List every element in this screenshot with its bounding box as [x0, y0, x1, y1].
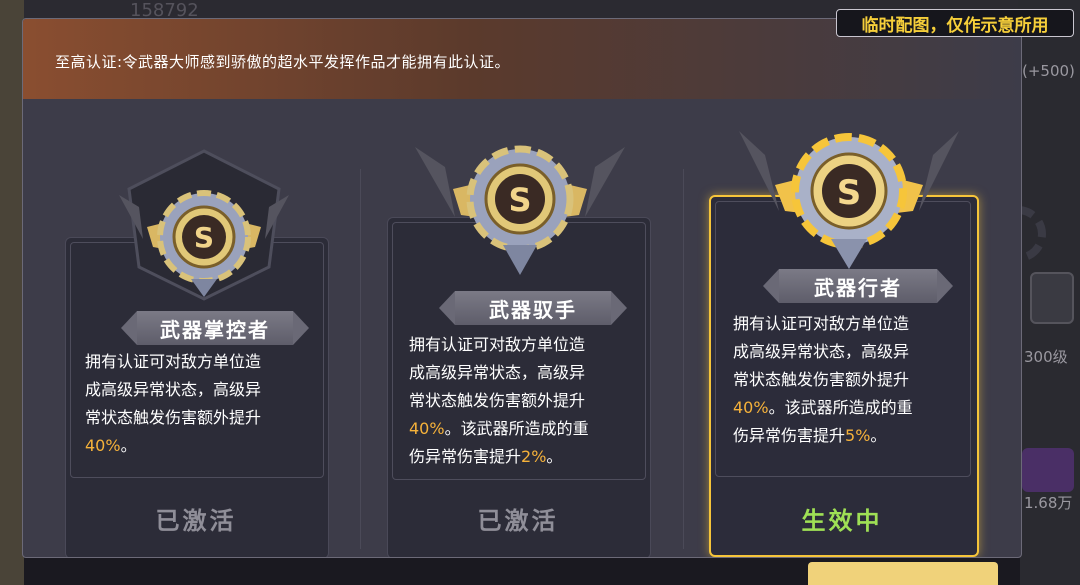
card-2-desc-line-1: 拥有认证可对敌方单位造: [409, 335, 586, 354]
background-item-icon: [1022, 448, 1074, 492]
card-2-bonus-suffix: 。该武器所造成的重: [444, 419, 589, 438]
card-2-bonus-value: 40%: [409, 419, 445, 438]
card-3-line5-prefix: 伤异常伤害提升: [733, 426, 846, 445]
certification-panel: 至高认证:令武器大师感到骄傲的超水平发挥作品才能拥有此认证。 S 武器掌控者 拥…: [22, 18, 1022, 558]
watermark-tag: 临时配图，仅作示意所用: [836, 9, 1074, 37]
card-3-line5-suffix: 。: [870, 426, 887, 445]
s-rank-gear-glowing-icon: S: [739, 131, 959, 269]
background-level-text: 300级: [1024, 348, 1068, 366]
card-2-line5-suffix: 。: [546, 447, 563, 466]
s-rank-gear-icon: S: [119, 149, 289, 301]
card-1-title-banner: 武器掌控者: [121, 311, 309, 345]
background-left-strip: [0, 0, 24, 585]
card-2-title-banner: 武器驭手: [439, 291, 627, 325]
card-1-bonus-value: 40%: [85, 436, 121, 455]
background-value-text: 1.68万: [1024, 494, 1073, 512]
card-1-desc-line-1: 拥有认证可对敌方单位造: [85, 352, 262, 371]
card-3-title: 武器行者: [814, 275, 902, 300]
header-description: 至高认证:令武器大师感到骄傲的超水平发挥作品才能拥有此认证。: [55, 53, 511, 71]
card-3-desc-line-1: 拥有认证可对敌方单位造: [733, 314, 910, 333]
background-bottom-button: [808, 562, 998, 585]
card-3-bonus-value: 40%: [733, 398, 769, 417]
s-rank-gear-icon: S: [415, 145, 625, 275]
svg-text:S: S: [837, 173, 862, 213]
card-2-desc-line-2: 成高级异常状态，高级异: [409, 363, 586, 382]
card-3-title-banner: 武器行者: [763, 269, 953, 303]
card-3-line5-value: 5%: [845, 426, 871, 445]
card-2-line5-prefix: 伤异常伤害提升: [409, 447, 522, 466]
card-2-line5-value: 2%: [521, 447, 547, 466]
card-1-description: 拥有认证可对敌方单位造 成高级异常状态，高级异 常状态触发伤害额外提升 40%。: [85, 348, 335, 460]
column-divider: [360, 169, 361, 549]
card-2-description: 拥有认证可对敌方单位造 成高级异常状态，高级异 常状态触发伤害额外提升 40%。…: [409, 331, 659, 471]
card-1-desc-line-3: 常状态触发伤害额外提升: [85, 408, 262, 427]
card-1-status: 已激活: [155, 507, 237, 535]
card-3-desc-line-2: 成高级异常状态，高级异: [733, 342, 910, 361]
svg-text:S: S: [508, 181, 531, 219]
card-3-status: 生效中: [801, 507, 883, 535]
card-1-title: 武器掌控者: [160, 317, 270, 342]
card-3-desc-line-3: 常状态触发伤害额外提升: [733, 370, 910, 389]
card-3-description: 拥有认证可对敌方单位造 成高级异常状态，高级异 常状态触发伤害额外提升 40%。…: [733, 310, 983, 450]
column-divider: [683, 169, 684, 549]
card-2-desc-line-3: 常状态触发伤害额外提升: [409, 391, 586, 410]
card-2-title: 武器驭手: [489, 297, 577, 322]
svg-text:S: S: [194, 221, 214, 254]
card-3-bonus-suffix: 。该武器所造成的重: [768, 398, 913, 417]
background-plus-value: (+500): [1022, 62, 1075, 80]
card-1-desc-line-2: 成高级异常状态，高级异: [85, 380, 262, 399]
lock-icon: [1030, 272, 1074, 324]
card-2-status: 已激活: [477, 507, 559, 535]
card-1-bonus-suffix: 。: [120, 436, 137, 455]
